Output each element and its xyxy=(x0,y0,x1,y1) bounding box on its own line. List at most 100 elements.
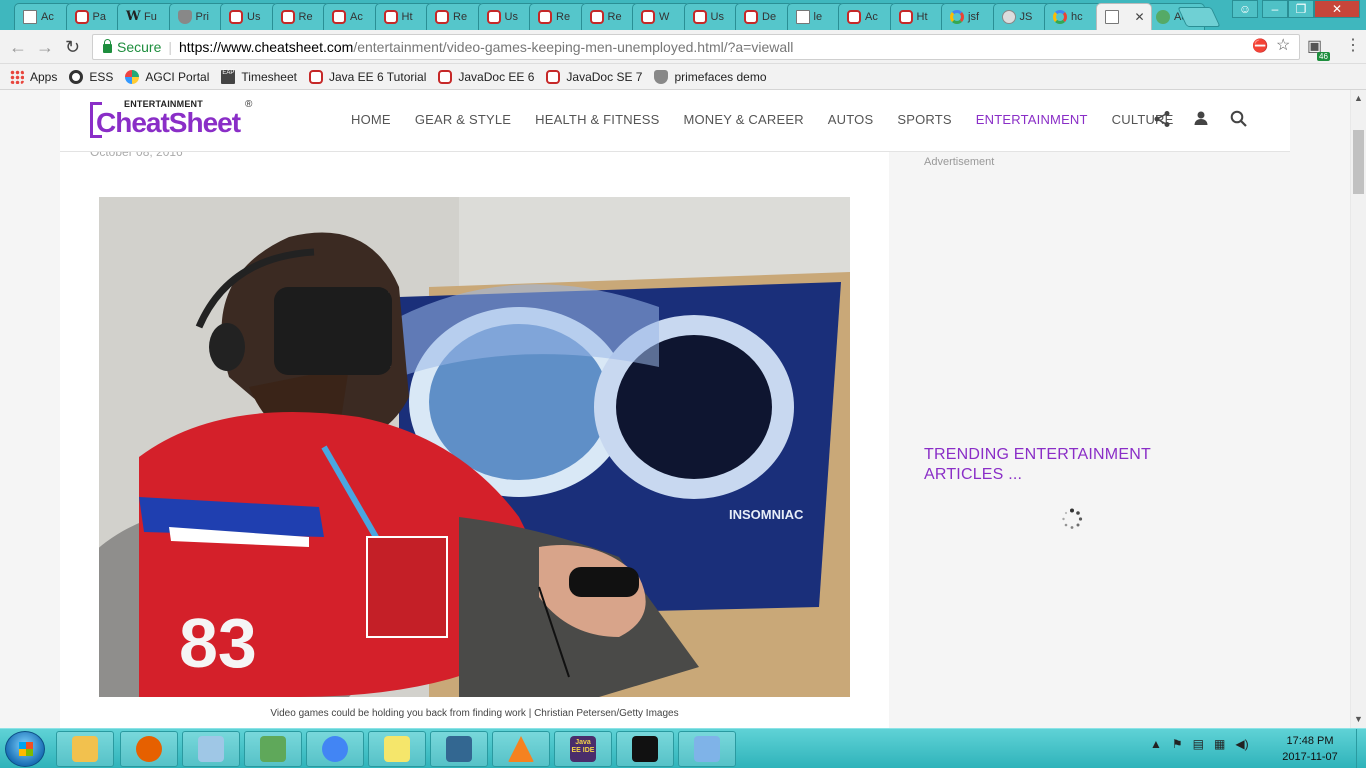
close-window-button[interactable]: ✕ xyxy=(1314,0,1360,18)
forward-arrow-icon[interactable]: → xyxy=(36,38,54,56)
back-arrow-icon[interactable]: ← xyxy=(9,38,27,56)
tab-strip: Ac Pa W Fu Pri Us Re Ac Ht Re Us Re Re W Us De le Ac Ht jsf… xyxy=(0,0,1366,30)
reload-icon[interactable]: ↻ xyxy=(65,38,80,56)
bookmark-item[interactable]: EAP Timesheet xyxy=(221,69,297,84)
tab[interactable]: De xyxy=(735,3,793,30)
firefox-icon xyxy=(136,736,162,762)
tab[interactable]: hc xyxy=(1044,3,1102,30)
user-account-icon[interactable] xyxy=(1193,110,1209,131)
minimize-button[interactable]: – xyxy=(1262,0,1288,18)
user-icon[interactable]: ☺ xyxy=(1232,0,1258,18)
tab[interactable]: jsf xyxy=(941,3,999,30)
taskbar-vlc-button[interactable] xyxy=(492,731,550,767)
tray-expand-icon[interactable]: ▲ xyxy=(1150,737,1162,751)
taskbar-paint-button[interactable] xyxy=(678,731,736,767)
taskbar-pgadmin-button[interactable] xyxy=(430,731,488,767)
tray-flag-icon[interactable]: ⚑ xyxy=(1172,737,1183,751)
scrollbar-thumb[interactable] xyxy=(1353,130,1364,194)
nav-item-sports[interactable]: SPORTS xyxy=(897,112,951,127)
tab[interactable]: Ac xyxy=(14,3,72,30)
taskbar-firefox-button[interactable] xyxy=(120,731,178,767)
shield-bookmark-icon xyxy=(654,69,669,84)
article-hero-image[interactable]: INSOMNIAC 83 xyxy=(99,197,850,697)
logo-registered-mark: ® xyxy=(245,99,253,110)
red-favicon-icon xyxy=(280,10,295,24)
tray-device-icon[interactable]: ▤ xyxy=(1193,737,1204,751)
bookmark-item[interactable]: Java EE 6 Tutorial xyxy=(308,69,426,84)
taskbar-inkscape-button[interactable] xyxy=(616,731,674,767)
search-icon[interactable] xyxy=(1230,110,1247,132)
tab[interactable]: Pri xyxy=(168,3,227,30)
tab[interactable]: Us xyxy=(477,3,536,30)
tab[interactable]: Re xyxy=(426,3,484,30)
taskbar-sticky-notes-button[interactable] xyxy=(368,731,426,767)
tab[interactable]: W Fu xyxy=(117,3,175,30)
tab[interactable]: Ht xyxy=(374,3,433,30)
close-tab-icon[interactable]: ✕ xyxy=(1134,10,1144,24)
tab[interactable]: JS xyxy=(992,3,1051,30)
tray-network-icon[interactable]: ▦ xyxy=(1214,737,1225,751)
site-logo[interactable]: ENTERTAINMENT CheatSheet ® xyxy=(90,98,256,142)
tab-label: Re xyxy=(453,11,468,23)
paint-icon xyxy=(694,736,720,762)
tab[interactable]: Re xyxy=(271,3,330,30)
red-favicon-icon xyxy=(589,10,604,24)
bookmarks-bar: Apps ESS AGCI Portal EAP Timesheet Java EE 6 … xyxy=(0,64,1366,90)
explorer-icon xyxy=(72,736,98,762)
system-clock[interactable]: 17:48 PM 2017-11-07 xyxy=(1270,733,1350,765)
start-button[interactable] xyxy=(5,731,45,767)
tab[interactable]: Us xyxy=(220,3,278,30)
share-icon[interactable] xyxy=(1153,110,1171,133)
bookmark-star-icon[interactable]: ☆ xyxy=(1276,35,1290,55)
doc-favicon-icon xyxy=(795,10,810,24)
red-bookmark-icon xyxy=(438,69,453,84)
tab[interactable]: Re xyxy=(529,3,587,30)
tab-label: jsf xyxy=(968,11,979,23)
red-favicon-icon xyxy=(641,10,655,24)
tab[interactable]: le xyxy=(786,3,845,30)
tab[interactable]: W xyxy=(632,3,690,30)
taskbar-explorer-button[interactable] xyxy=(56,731,114,767)
nav-item-home[interactable]: HOME xyxy=(351,112,391,127)
nav-item-health-fitness[interactable]: HEALTH & FITNESS xyxy=(535,112,659,127)
sticky-notes-icon xyxy=(384,736,410,762)
address-bar[interactable]: Secure | https://www.cheatsheet.com /ent… xyxy=(92,34,1300,60)
bookmark-item[interactable]: Apps xyxy=(10,69,57,84)
g-favicon-icon xyxy=(1053,10,1067,24)
maximize-button[interactable]: ❐ xyxy=(1288,0,1314,18)
tab-label: Us xyxy=(247,11,261,23)
tab[interactable]: Pa xyxy=(65,3,124,30)
nav-item-gear-style[interactable]: GEAR & STYLE xyxy=(415,112,511,127)
bookmark-item[interactable]: primefaces demo xyxy=(654,69,767,84)
nav-item-autos[interactable]: AUTOS xyxy=(828,112,874,127)
tab[interactable]: ✕ xyxy=(1095,3,1152,30)
red-favicon-icon xyxy=(74,10,89,24)
nav-item-entertainment[interactable]: ENTERTAINMENT xyxy=(976,112,1088,127)
taskbar-java-ee-ide-button[interactable]: Java EE IDE xyxy=(554,731,612,767)
taskbar-chrome-button[interactable] xyxy=(306,731,364,767)
bookmark-item[interactable]: JavaDoc SE 7 xyxy=(546,69,642,84)
w-favicon-icon: W xyxy=(126,9,141,24)
taskbar-sheet-button[interactable] xyxy=(244,731,302,767)
url-host: https://www.cheatsheet.com xyxy=(179,39,354,55)
tab[interactable]: Re xyxy=(580,3,639,30)
tab[interactable]: Us xyxy=(683,3,742,30)
blocked-content-icon[interactable]: ⛔ xyxy=(1252,38,1268,54)
scroll-up-arrow-icon[interactable]: ▲ xyxy=(1354,93,1363,103)
scroll-down-arrow-icon[interactable]: ▼ xyxy=(1354,714,1363,724)
show-desktop-button[interactable] xyxy=(1356,729,1366,768)
bookmark-item[interactable]: ESS xyxy=(69,69,113,84)
vertical-scrollbar[interactable]: ▲ ▼ xyxy=(1350,90,1366,728)
sheet-icon xyxy=(260,736,286,762)
g-favicon-icon xyxy=(950,10,964,24)
taskbar-notepad-button[interactable] xyxy=(182,731,240,767)
tray-volume-icon[interactable]: ◀) xyxy=(1235,737,1248,751)
nav-item-money-career[interactable]: MONEY & CAREER xyxy=(683,112,803,127)
bookmark-item[interactable]: AGCI Portal xyxy=(125,69,209,84)
tab[interactable]: Ac xyxy=(838,3,896,30)
tab[interactable]: Ht xyxy=(889,3,948,30)
tab[interactable]: Ac xyxy=(323,3,381,30)
bookmark-item[interactable]: JavaDoc EE 6 xyxy=(438,69,534,84)
menu-kebab-icon[interactable]: ⋮ xyxy=(1345,35,1361,55)
hero-image-illustration: INSOMNIAC 83 xyxy=(99,197,850,697)
